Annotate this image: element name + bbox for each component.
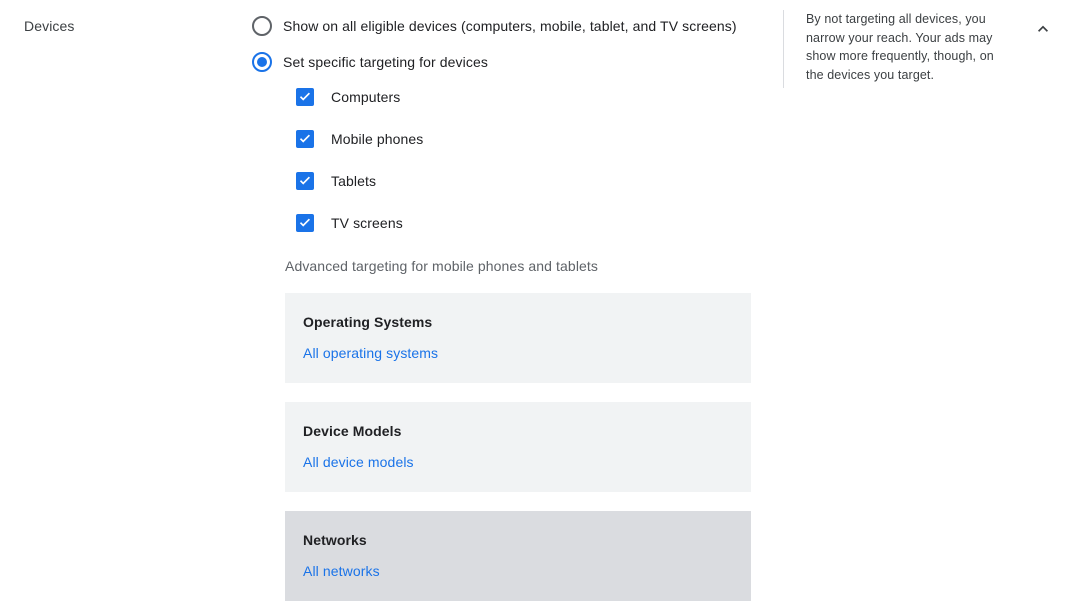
chevron-up-icon — [1033, 19, 1053, 39]
checkbox-label-tv-screens: TV screens — [331, 213, 403, 233]
checkmark-icon[interactable] — [296, 172, 314, 190]
card-networks[interactable]: Networks All networks — [285, 511, 751, 601]
help-panel: By not targeting all devices, you narrow… — [783, 10, 1015, 88]
checkbox-label-tablets: Tablets — [331, 171, 376, 191]
page-title: Devices — [24, 16, 75, 36]
card-link-all-operating-systems[interactable]: All operating systems — [303, 343, 733, 363]
card-link-all-networks[interactable]: All networks — [303, 561, 733, 581]
card-link-all-device-models[interactable]: All device models — [303, 452, 733, 472]
radio-option-specific-devices-label: Set specific targeting for devices — [283, 52, 488, 72]
checkbox-label-computers: Computers — [331, 87, 400, 107]
card-title-device-models: Device Models — [303, 421, 733, 441]
radio-option-all-devices-label: Show on all eligible devices (computers,… — [283, 16, 737, 36]
radio-option-specific-devices[interactable]: Set specific targeting for devices — [252, 52, 762, 72]
radio-unselected-icon[interactable] — [252, 16, 272, 36]
card-title-operating-systems: Operating Systems — [303, 312, 733, 332]
help-panel-text: By not targeting all devices, you narrow… — [806, 10, 1015, 84]
device-type-checkbox-list: Computers Mobile phones Tablets — [252, 88, 762, 232]
card-device-models[interactable]: Device Models All device models — [285, 402, 751, 492]
card-operating-systems[interactable]: Operating Systems All operating systems — [285, 293, 751, 383]
advanced-targeting-caption: Advanced targeting for mobile phones and… — [252, 256, 762, 276]
checkmark-icon[interactable] — [296, 88, 314, 106]
radio-selected-icon[interactable] — [252, 52, 272, 72]
advanced-targeting-cards: Operating Systems All operating systems … — [252, 293, 762, 601]
checkmark-icon[interactable] — [296, 214, 314, 232]
devices-settings-panel: Devices Show on all eligible devices (co… — [0, 0, 1080, 616]
device-targeting-radio-group: Show on all eligible devices (computers,… — [252, 16, 762, 72]
card-title-networks: Networks — [303, 530, 733, 550]
checkmark-icon[interactable] — [296, 130, 314, 148]
checkbox-label-mobile-phones: Mobile phones — [331, 129, 423, 149]
checkbox-row-computers[interactable]: Computers — [296, 88, 762, 106]
devices-main-column: Show on all eligible devices (computers,… — [252, 16, 762, 616]
radio-option-all-devices[interactable]: Show on all eligible devices (computers,… — [252, 16, 762, 36]
checkbox-row-tv-screens[interactable]: TV screens — [296, 214, 762, 232]
checkbox-row-mobile-phones[interactable]: Mobile phones — [296, 130, 762, 148]
collapse-section-button[interactable] — [1028, 14, 1058, 44]
checkbox-row-tablets[interactable]: Tablets — [296, 172, 762, 190]
